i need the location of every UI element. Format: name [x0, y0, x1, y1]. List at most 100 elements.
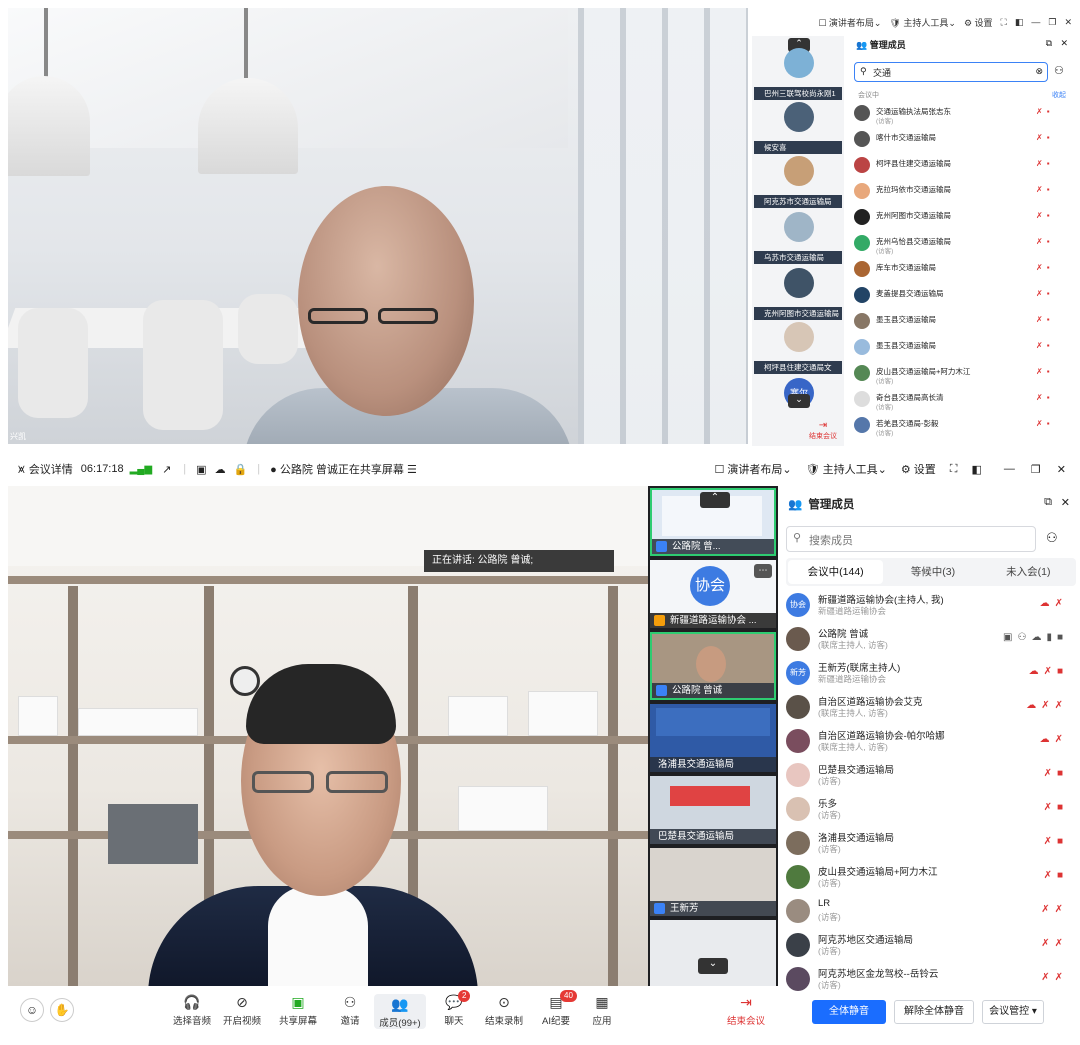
ai-notes-button[interactable]: ▤ 40 AI纪要: [530, 990, 582, 1027]
close-icon[interactable]: ✕: [1064, 17, 1072, 28]
mic-off-icon[interactable]: ✗▪: [1036, 341, 1062, 353]
member-row[interactable]: 若羌县交通局-彭毅 (访客) ✗▪: [854, 414, 1066, 440]
thumb-tile[interactable]: 王新芳: [650, 848, 776, 916]
thumb-tile[interactable]: 洛浦县交通运输局: [650, 704, 776, 772]
restore-icon[interactable]: ❐: [1031, 463, 1041, 476]
share-link-icon[interactable]: ↗: [162, 463, 171, 476]
tab-waiting[interactable]: 等候中(3): [885, 558, 980, 586]
mic-off-icon[interactable]: ✗▪: [1036, 263, 1062, 275]
thumb-tile[interactable]: 巴楚县交通运输局: [650, 776, 776, 844]
mic-off-icon[interactable]: ☁✗: [1040, 598, 1068, 609]
video-button[interactable]: ⊘ 开启视频: [216, 994, 268, 1027]
member-row[interactable]: 麦盖提县交通运输局 ✗▪: [854, 284, 1066, 310]
minimize-icon[interactable]: —: [1004, 463, 1015, 475]
mic-off-icon[interactable]: ✗■: [1044, 836, 1068, 847]
thumb-tile[interactable]: ⌄: [650, 920, 776, 988]
member-search-input[interactable]: ⚲ 交通 ⊗: [854, 62, 1048, 82]
mic-off-icon[interactable]: ✗✗: [1041, 938, 1068, 949]
member-row[interactable]: 阿克苏地区金龙驾校--岳铃云 (访客) ✗✗: [786, 962, 1076, 996]
member-row[interactable]: 交通运输执法局张志东 (访客) ✗▪: [854, 102, 1066, 128]
member-row[interactable]: 墨玉县交通运输局 ✗▪: [854, 336, 1066, 362]
mic-off-icon[interactable]: ✗▪: [1036, 315, 1062, 327]
cloud-record-icon[interactable]: ☁: [215, 463, 226, 476]
member-row[interactable]: 皮山县交通运输局+阿力木江 (访客) ✗▪: [854, 362, 1066, 388]
meeting-control-button[interactable]: 会议管控 ▾: [982, 1000, 1044, 1024]
mic-off-icon[interactable]: ✗■: [1044, 870, 1068, 881]
clear-search-icon[interactable]: ⊗: [1035, 66, 1043, 77]
share-screen-button[interactable]: ▣ 共享屏幕: [272, 994, 324, 1027]
sidebar-toggle-icon[interactable]: ◧: [1015, 17, 1024, 28]
member-row[interactable]: 自治区道路运输协会-帕尔哈娜 (联席主持人, 访客) ☁✗: [786, 724, 1076, 758]
thumb-tile[interactable]: 阿克苏市交通运输局: [752, 152, 844, 208]
member-row[interactable]: 自治区道路运输协会艾克 (联席主持人, 访客) ☁✗✗: [786, 690, 1076, 724]
mute-all-button[interactable]: 全体静音: [812, 1000, 886, 1024]
share-status-icon[interactable]: ▣⚇☁▮■: [1003, 632, 1068, 643]
mic-off-icon[interactable]: ✗▪: [1036, 133, 1062, 145]
mic-off-icon[interactable]: ✗▪: [1036, 237, 1062, 249]
host-tools-button[interactable]: 🛡 主持人工具⌄: [806, 461, 887, 477]
mic-off-icon[interactable]: ✗▪: [1036, 159, 1062, 171]
more-icon[interactable]: ⋯: [754, 564, 772, 578]
settings-button[interactable]: ⚙ 设置: [901, 461, 936, 477]
invite-button[interactable]: ⚇ 邀请: [324, 994, 376, 1027]
member-row[interactable]: 库车市交通运输局 ✗▪: [854, 258, 1066, 284]
leave-meeting-button[interactable]: ⇥ 结束会议: [718, 994, 774, 1027]
thumb-tile[interactable]: 巴州三联驾校尚永刚1: [752, 44, 844, 100]
close-icon[interactable]: ✕: [1057, 463, 1066, 476]
mic-off-icon[interactable]: ☁✗✗: [1026, 700, 1068, 711]
member-row[interactable]: 喀什市交通运输局 ✗▪: [854, 128, 1066, 154]
mic-off-icon[interactable]: ✗▪: [1036, 107, 1062, 119]
popout-icon[interactable]: ⧉: [1046, 38, 1052, 49]
mic-off-icon[interactable]: ✗▪: [1036, 211, 1062, 223]
thumb-tile[interactable]: 候安喜: [752, 98, 844, 154]
lock-icon[interactable]: 🔒: [234, 463, 248, 476]
member-row[interactable]: 克州乌恰县交通运输局 (访客) ✗▪: [854, 232, 1066, 258]
fullscreen-icon[interactable]: ⛶: [1001, 17, 1007, 28]
close-panel-icon[interactable]: ✕: [1060, 38, 1068, 49]
close-panel-icon[interactable]: ✕: [1061, 496, 1070, 509]
thumb-tile[interactable]: 公路院 曾诚: [650, 632, 776, 700]
fullscreen-icon[interactable]: ⛶: [950, 463, 958, 476]
thumb-tile[interactable]: 乌苏市交通运输局: [752, 208, 844, 264]
mic-off-icon[interactable]: ☁✗: [1040, 734, 1068, 745]
tab-in-meeting[interactable]: 会议中(144): [788, 560, 884, 584]
sidebar-toggle-icon[interactable]: ◧: [972, 463, 982, 476]
member-row[interactable]: 奇台县交通局高长清 (访客) ✗▪: [854, 388, 1066, 414]
settings-button[interactable]: ⚙ 设置: [964, 16, 993, 29]
mic-off-icon[interactable]: ✗✗: [1041, 972, 1068, 983]
chat-button[interactable]: 💬 2 聊天: [428, 990, 480, 1027]
mic-off-icon[interactable]: ☁✗■: [1029, 666, 1068, 677]
apps-button[interactable]: ▦ 应用: [576, 994, 628, 1027]
emoji-button[interactable]: ☺: [20, 998, 44, 1022]
mic-off-icon[interactable]: ✗■: [1044, 802, 1068, 813]
mic-off-icon[interactable]: ✗▪: [1036, 419, 1062, 431]
member-row[interactable]: 公路院 曾诚 (联席主持人, 访客) ▣⚇☁▮■: [786, 622, 1076, 656]
member-row[interactable]: LR (访客) ✗✗: [786, 894, 1076, 928]
raise-hand-button[interactable]: ✋: [50, 998, 74, 1022]
add-member-icon[interactable]: ⚇: [1054, 64, 1064, 77]
member-row[interactable]: 阿克苏地区交通运输局 (访客) ✗✗: [786, 928, 1076, 962]
tab-not-joined[interactable]: 未入会(1): [981, 558, 1076, 586]
mic-off-icon[interactable]: ✗▪: [1036, 289, 1062, 301]
collapse-link[interactable]: 收起: [1052, 90, 1066, 100]
member-row[interactable]: 巴楚县交通运输局 (访客) ✗■: [786, 758, 1076, 792]
add-member-icon[interactable]: ⚇: [1046, 530, 1058, 546]
restore-icon[interactable]: ❐: [1048, 17, 1056, 28]
members-button[interactable]: 👥 成员(99+): [374, 994, 426, 1029]
host-tools-button[interactable]: 🛡 主持人工具⌄: [889, 16, 956, 29]
audio-button[interactable]: 🎧 选择音频: [166, 994, 218, 1027]
thumb-tile[interactable]: ⌃ 公路院 曾...: [650, 488, 776, 556]
minimize-icon[interactable]: —: [1031, 17, 1040, 27]
popout-icon[interactable]: ⧉: [1044, 496, 1052, 509]
member-row[interactable]: 乐多 (访客) ✗■: [786, 792, 1076, 826]
leave-meeting-button-top[interactable]: ⇥ 结束会议: [802, 420, 844, 441]
member-row[interactable]: 新芳 王新芳(联席主持人) 新疆道路运输协会 ☁✗■: [786, 656, 1076, 690]
mic-off-icon[interactable]: ✗▪: [1036, 393, 1062, 405]
member-row[interactable]: 柯坪县住建交通运输局 ✗▪: [854, 154, 1066, 180]
scroll-up-button[interactable]: ⌃: [700, 492, 730, 508]
scroll-down-button[interactable]: ⌄: [698, 958, 728, 974]
thumb-tile[interactable]: 柯坪县住建交通局文: [752, 318, 844, 374]
member-search-input[interactable]: ⚲ 搜索成员: [786, 526, 1036, 552]
thumb-tile[interactable]: 克州阿图市交通运输局: [752, 264, 844, 320]
layout-button[interactable]: ☐ 演讲者布局⌄: [818, 16, 881, 29]
